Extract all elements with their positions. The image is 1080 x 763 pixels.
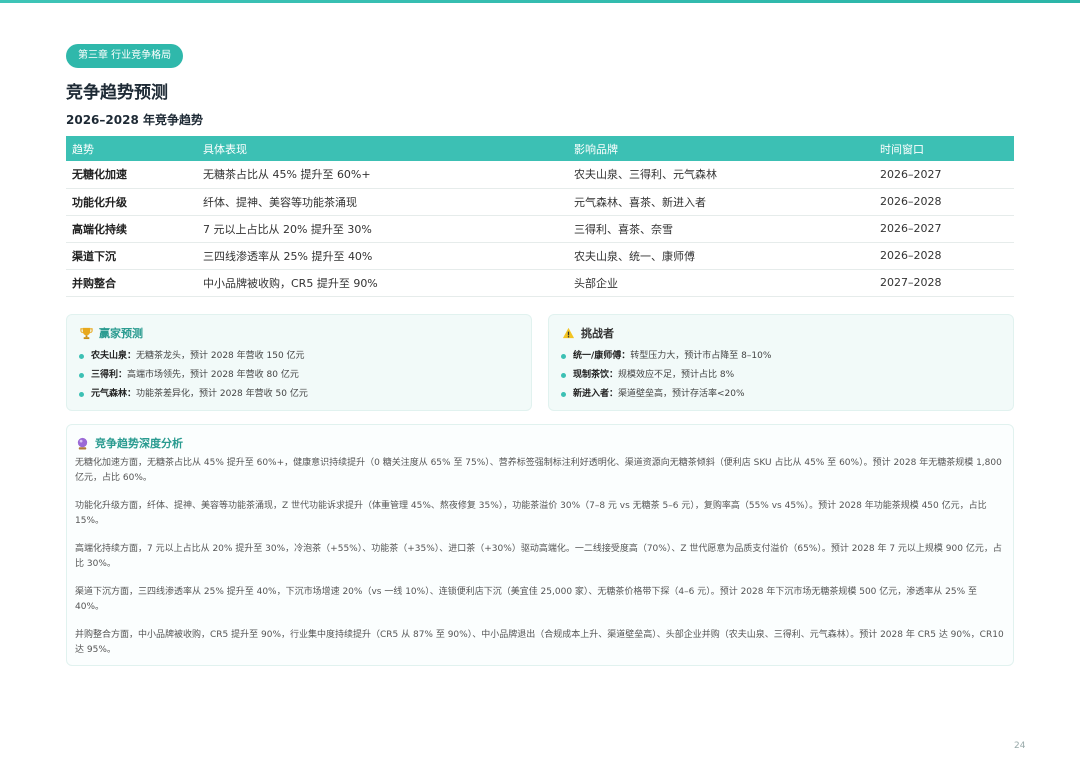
table-cell: 高端化持续 <box>66 215 197 243</box>
table-cell: 2026–2027 <box>874 161 1014 189</box>
table-cell: 三四线渗透率从 25% 提升至 40% <box>197 242 568 270</box>
table-header-cell: 趋势 <box>66 136 197 161</box>
analysis-paragraph: 功能化升级方面，纤体、提神、美容等功能茶涌现，Z 世代功能诉求提升（体重管理 4… <box>75 501 987 526</box>
table-row: 无糖化加速 无糖茶占比从 45% 提升至 60%+ 农夫山泉、三得利、元气森林 … <box>66 161 1014 189</box>
analysis-paragraph: 并购整合方面，中小品牌被收购，CR5 提升至 90%，行业集中度持续提升（CR5… <box>75 630 1004 655</box>
analysis-panel: 竞争趋势深度分析 无糖化加速方面，无糖茶占比从 45% 提升至 60%+，健康意… <box>66 424 1014 666</box>
warning-icon <box>561 326 575 340</box>
page-number: 24 <box>1014 741 1026 751</box>
item-text: 无糖茶龙头，预计 2028 年营收 150 亿元 <box>136 351 305 361</box>
bullet-dot <box>79 373 84 378</box>
chapter-badge: 第三章 行业竞争格局 <box>66 44 184 68</box>
analysis-paragraph: 高端化持续方面，7 元以上占比从 20% 提升至 30%，冷泡茶（+55%）、功… <box>75 544 1002 569</box>
table-cell: 2026–2028 <box>874 242 1014 270</box>
crystal-ball-icon <box>75 436 89 450</box>
table-header-row: 趋势 具体表现 影响品牌 时间窗口 <box>66 136 1014 161</box>
winners-title: 赢家预测 <box>99 327 143 340</box>
list-item: 农夫山泉： 无糖茶龙头，预计 2028 年营收 150 亿元 <box>79 347 519 366</box>
table-cell: 农夫山泉、三得利、元气森林 <box>568 161 874 189</box>
list-item: 统一/康师傅： 转型压力大，预计市占降至 8–10% <box>561 347 1001 366</box>
table-row: 并购整合 中小品牌被收购，CR5 提升至 90% 头部企业 2027–2028 <box>66 269 1014 297</box>
item-key: 元气森林： <box>91 389 137 399</box>
item-key: 新进入者： <box>573 389 619 399</box>
item-text: 功能茶差异化，预计 2028 年营收 50 亿元 <box>136 389 308 399</box>
bullet-dot <box>561 373 566 378</box>
challengers-list: 统一/康师傅： 转型压力大，预计市占降至 8–10% 现制茶饮： 规模效应不足，预计… <box>561 347 1001 404</box>
table-cell: 渠道下沉 <box>66 242 197 270</box>
list-item: 元气森林： 功能茶差异化，预计 2028 年营收 50 亿元 <box>79 385 519 404</box>
trend-table: 趋势 具体表现 影响品牌 时间窗口 无糖化加速 无糖茶占比从 45% 提升至 6… <box>66 136 1014 297</box>
analysis-header: 竞争趋势深度分析 <box>75 434 1005 452</box>
table-cell: 无糖化加速 <box>66 161 197 189</box>
winners-list: 农夫山泉： 无糖茶龙头，预计 2028 年营收 150 亿元 三得利： 高端市场领先… <box>79 347 519 404</box>
table-cell: 三得利、喜茶、奈雪 <box>568 215 874 243</box>
table-cell: 中小品牌被收购，CR5 提升至 90% <box>197 269 568 297</box>
table-cell: 农夫山泉、统一、康师傅 <box>568 242 874 270</box>
list-item: 三得利： 高端市场领先，预计 2028 年营收 80 亿元 <box>79 366 519 385</box>
table-row: 渠道下沉 三四线渗透率从 25% 提升至 40% 农夫山泉、统一、康师傅 202… <box>66 242 1014 270</box>
analysis-title: 竞争趋势深度分析 <box>95 437 183 450</box>
table-cell: 2026–2027 <box>874 215 1014 243</box>
table-cell: 元气森林、喜茶、新进入者 <box>568 188 874 216</box>
table-cell: 功能化升级 <box>66 188 197 216</box>
item-key: 三得利： <box>91 370 128 380</box>
table-cell: 并购整合 <box>66 269 197 297</box>
table-header-cell: 影响品牌 <box>568 136 874 161</box>
item-text: 渠道壁垒高，预计存活率<20% <box>618 389 745 399</box>
item-key: 农夫山泉： <box>91 351 137 361</box>
table-row: 高端化持续 7 元以上占比从 20% 提升至 30% 三得利、喜茶、奈雪 202… <box>66 215 1014 243</box>
winners-card: 赢家预测 农夫山泉： 无糖茶龙头，预计 2028 年营收 150 亿元 三得利：高… <box>66 314 532 411</box>
list-item: 新进入者： 渠道壁垒高，预计存活率<20% <box>561 385 1001 404</box>
table-row: 功能化升级 纤体、提神、美容等功能茶涌现 元气森林、喜茶、新进入者 2026–2… <box>66 188 1014 216</box>
bullet-dot <box>79 354 84 359</box>
bullet-dot <box>561 392 566 397</box>
bullet-dot <box>561 354 566 359</box>
table-cell: 7 元以上占比从 20% 提升至 30% <box>197 215 568 243</box>
top-accent-bar <box>0 0 1080 3</box>
table-header-cell: 具体表现 <box>197 136 568 161</box>
trophy-icon <box>79 326 93 340</box>
analysis-paragraph: 渠道下沉方面，三四线渗透率从 25% 提升至 40%，下沉市场增速 20%（vs… <box>75 587 977 612</box>
list-item: 现制茶饮： 规模效应不足，预计占比 8% <box>561 366 1001 385</box>
table-cell: 头部企业 <box>568 269 874 297</box>
table-cell: 纤体、提神、美容等功能茶涌现 <box>197 188 568 216</box>
analysis-paragraph: 无糖化加速方面，无糖茶占比从 45% 提升至 60%+，健康意识持续提升（0 糖… <box>75 458 1002 483</box>
page-title: 竞争趋势预测 <box>66 83 168 103</box>
item-text: 转型压力大，预计市占降至 8–10% <box>630 351 772 361</box>
item-text: 高端市场领先，预计 2028 年营收 80 亿元 <box>127 370 299 380</box>
item-key: 现制茶饮： <box>573 370 619 380</box>
table-cell: 2026–2028 <box>874 188 1014 216</box>
winners-card-header: 赢家预测 <box>79 324 519 342</box>
table-cell: 无糖茶占比从 45% 提升至 60%+ <box>197 161 568 189</box>
challengers-card: 挑战者 统一/康师傅： 转型压力大，预计市占降至 8–10% 现制茶饮： 规模效应不… <box>548 314 1014 411</box>
section-title: 2026–2028 年竞争趋势 <box>66 113 203 127</box>
table-cell: 2027–2028 <box>874 269 1014 297</box>
challengers-title: 挑战者 <box>581 327 614 340</box>
challengers-card-header: 挑战者 <box>561 324 1001 342</box>
item-key: 统一/康师傅： <box>573 351 631 361</box>
bullet-dot <box>79 392 84 397</box>
item-text: 规模效应不足，预计占比 8% <box>618 370 735 380</box>
table-header-cell: 时间窗口 <box>874 136 1014 161</box>
